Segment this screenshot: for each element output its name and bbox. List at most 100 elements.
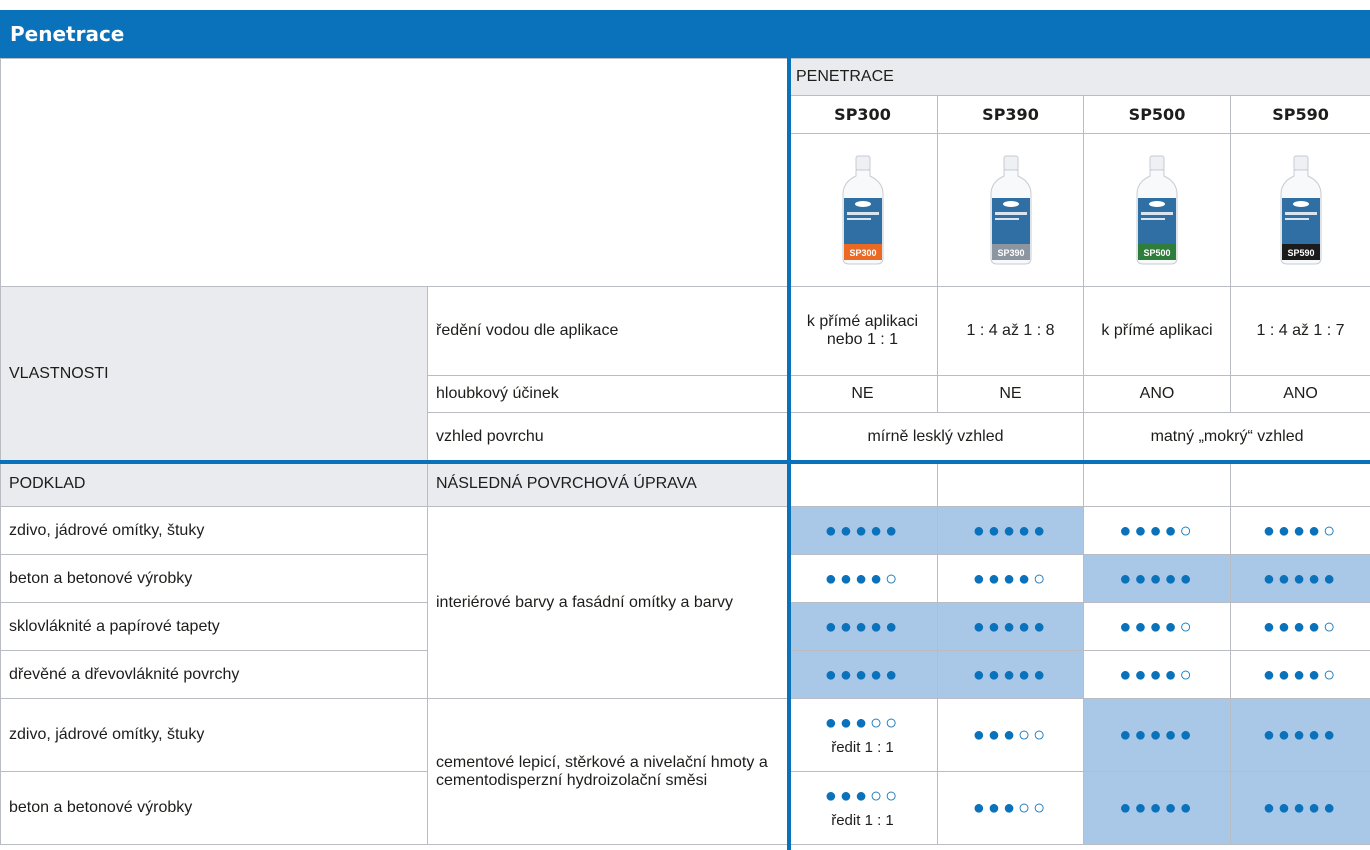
top-margin <box>0 0 1370 10</box>
bottle-label-text: SP590 <box>1287 248 1314 258</box>
rating-dots: ●●●○○ <box>824 712 901 734</box>
rating-cell: ●●●○○ <box>937 771 1084 845</box>
bottle-icon: SP500 <box>1136 155 1178 265</box>
substrate-label: zdivo, jádrové omítky, štuky <box>0 698 428 772</box>
substrate-label: dřevěné a dřevovláknité povrchy <box>0 650 428 699</box>
property-value: matný „mokrý“ vzhled <box>1082 412 1370 461</box>
page: Penetrace PENETRACE SP300 SP390 SP500 SP… <box>0 0 1370 850</box>
product-name-sp500: SP500 <box>1083 95 1231 134</box>
property-value: k přímé aplikaci <box>1083 286 1231 376</box>
property-label: ředění vodou dle aplikace <box>427 286 788 376</box>
property-value: ANO <box>1083 375 1231 413</box>
product-image-sp390: SP390 <box>937 133 1084 287</box>
rating-dots: ●●●●○ <box>1262 615 1339 638</box>
rating-cell: ●●●○○ ředit 1 : 1 <box>787 771 938 845</box>
empty-header-cell <box>937 460 1084 507</box>
product-name-sp300: SP300 <box>787 95 938 134</box>
rating-dots: ●●●●○ <box>972 567 1049 590</box>
rating-cell: ●●●●● <box>937 602 1084 651</box>
rating-cell: ●●●○○ <box>937 698 1084 772</box>
rating-dots: ●●●○○ <box>972 797 1049 819</box>
rating-dots: ●●●●● <box>1119 797 1195 819</box>
product-table: PENETRACE SP300 SP390 SP500 SP590 SP300 … <box>0 58 1370 845</box>
rating-dots: ●●●○○ <box>972 724 1049 746</box>
rating-cell: ●●●●● <box>1229 771 1370 845</box>
rating-cell: ●●●●● <box>1229 554 1370 603</box>
property-value: mírně lesklý vzhled <box>787 412 1084 461</box>
column-header-podklad: PODKLAD <box>0 460 428 507</box>
rating-cell: ●●●●○ <box>1083 650 1231 699</box>
rating-cell: ●●●●● <box>1083 698 1231 772</box>
blank-corner <box>0 58 788 287</box>
rating-cell: ●●●●● <box>1083 771 1231 845</box>
substrate-label: beton a betonové výrobky <box>0 554 428 603</box>
product-image-sp500: SP500 <box>1083 133 1231 287</box>
rating-cell: ●●●●○ <box>1229 602 1370 651</box>
section-header: Penetrace <box>0 10 1370 58</box>
substrate-label: sklovláknité a papírové tapety <box>0 602 428 651</box>
group-label: PENETRACE <box>786 58 1370 96</box>
dilution-note: ředit 1 : 1 <box>831 812 894 829</box>
rating-cell: ●●●●○ <box>1083 506 1231 555</box>
rating-dots: ●●●●○ <box>824 567 901 590</box>
product-image-sp590: SP590 <box>1229 133 1370 287</box>
product-image-sp300: SP300 <box>787 133 938 287</box>
rating-dots: ●●●●○ <box>1262 663 1339 686</box>
page-title: Penetrace <box>10 22 125 46</box>
empty-header-cell <box>787 460 938 507</box>
rating-dots: ●●●●● <box>1262 567 1339 590</box>
property-value: NE <box>937 375 1084 413</box>
rating-dots: ●●●●○ <box>1119 519 1195 542</box>
bottle-icon: SP300 <box>842 155 883 265</box>
rating-cell: ●●●●● <box>787 602 938 651</box>
properties-section-label: VLASTNOSTI <box>0 286 428 461</box>
rating-dots: ●●●●● <box>972 663 1049 686</box>
bottle-label-text: SP500 <box>1143 248 1170 258</box>
column-header-uprava: NÁSLEDNÁ POVRCHOVÁ ÚPRAVA <box>427 460 788 507</box>
rating-cell: ●●●●● <box>937 650 1084 699</box>
rating-dots: ●●●●● <box>824 663 901 686</box>
empty-header-cell <box>1229 460 1370 507</box>
rating-cell: ●●●●○ <box>787 554 938 603</box>
rating-dots: ●●●●● <box>972 615 1049 638</box>
bottle-label-text: SP390 <box>997 248 1024 258</box>
rating-dots: ●●●●● <box>972 519 1049 542</box>
rating-cell: ●●●●● <box>787 650 938 699</box>
rating-cell: ●●●●● <box>1229 698 1370 772</box>
rating-cell: ●●●●○ <box>937 554 1084 603</box>
bottle-label-text: SP300 <box>849 248 876 258</box>
rating-dots: ●●●●● <box>824 615 901 638</box>
rating-dots: ●●●●● <box>1119 567 1195 590</box>
rating-cell: ●●●●○ <box>1083 602 1231 651</box>
empty-header-cell <box>1083 460 1231 507</box>
rating-dots: ●●●●○ <box>1119 615 1195 638</box>
property-value: 1 : 4 až 1 : 7 <box>1229 286 1370 376</box>
vertical-divider <box>787 58 791 850</box>
rating-cell: ●●●○○ ředit 1 : 1 <box>787 698 938 772</box>
bottle-icon: SP390 <box>990 155 1031 265</box>
property-value: NE <box>787 375 938 413</box>
rating-cell: ●●●●○ <box>1229 650 1370 699</box>
horizontal-divider <box>0 460 1370 464</box>
bottle-icon: SP590 <box>1280 155 1322 265</box>
rating-dots: ●●●●○ <box>1262 519 1339 542</box>
rating-dots: ●●●●● <box>1262 797 1339 819</box>
property-label: hloubkový účinek <box>427 375 788 413</box>
property-value: 1 : 4 až 1 : 8 <box>937 286 1084 376</box>
rating-dots: ●●●●○ <box>1119 663 1195 686</box>
substrate-label: beton a betonové výrobky <box>0 771 428 845</box>
property-value: ANO <box>1229 375 1370 413</box>
rating-cell: ●●●●○ <box>1229 506 1370 555</box>
rating-cell: ●●●●● <box>787 506 938 555</box>
property-label: vzhled povrchu <box>427 412 788 461</box>
product-name-sp390: SP390 <box>937 95 1084 134</box>
rating-cell: ●●●●● <box>1083 554 1231 603</box>
finish-group-label: cementové lepicí, stěrkové a nivelační h… <box>427 698 788 845</box>
rating-dots: ●●●○○ <box>824 785 901 807</box>
substrate-label: zdivo, jádrové omítky, štuky <box>0 506 428 555</box>
rating-cell: ●●●●● <box>937 506 1084 555</box>
finish-group-label: interiérové barvy a fasádní omítky a bar… <box>427 506 788 699</box>
rating-dots: ●●●●● <box>1119 724 1195 746</box>
rating-dots: ●●●●● <box>1262 724 1339 746</box>
property-value: k přímé aplikaci nebo 1 : 1 <box>787 286 938 376</box>
